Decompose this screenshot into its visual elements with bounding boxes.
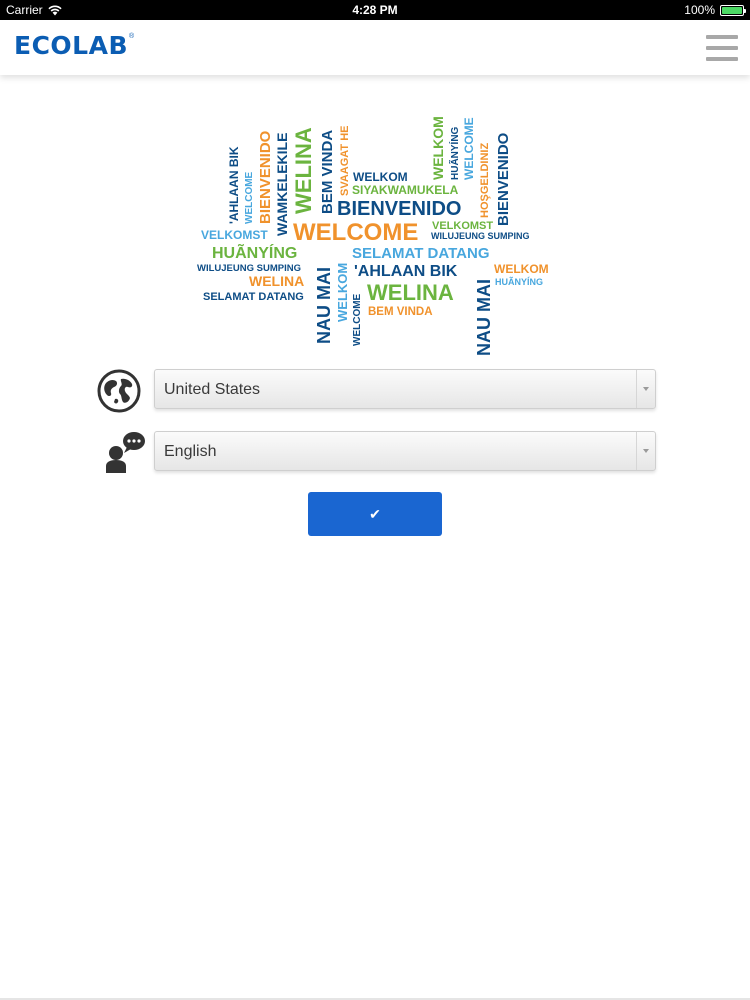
confirm-button[interactable]: ✔ — [308, 492, 442, 536]
country-select[interactable]: United States — [154, 369, 656, 409]
language-select-value: English — [164, 443, 217, 460]
cloud-word: HUÃNYÍNG — [495, 277, 543, 287]
cloud-word: HUÃNYÍNG — [212, 242, 297, 262]
battery-icon — [720, 4, 746, 16]
status-time: 4:28 PM — [352, 3, 398, 17]
welcome-word-cloud: 'AHLAAN BIK WELCOME BIENVENIDO WAMKELEKI… — [190, 100, 560, 360]
cloud-word: HOŞGELDINIZ — [479, 143, 491, 218]
cloud-word: WAMKELEKILE — [274, 133, 290, 236]
cloud-word: NAU MAI — [314, 267, 334, 344]
cloud-word: NAU MAI — [474, 279, 494, 356]
globe-icon — [97, 369, 143, 415]
cloud-word: SELAMAT DATANG — [352, 245, 489, 262]
cloud-word: WELCOME — [293, 219, 418, 246]
language-select[interactable]: English — [154, 431, 656, 471]
cloud-word: BIENVENIDO — [257, 130, 274, 224]
status-right: 100% — [684, 3, 746, 17]
cloud-word: BIENVENIDO — [495, 132, 512, 226]
cloud-word: SVAAGAT HE — [339, 126, 351, 197]
cloud-word: WELKOM — [353, 170, 408, 184]
ecolab-logo: ECOLAB ® — [14, 30, 134, 60]
hamburger-icon — [706, 35, 738, 39]
cloud-word: BEM VINDA — [368, 306, 433, 318]
logo-text: ECOLAB — [14, 30, 129, 60]
speech-bubble-person-icon — [97, 431, 145, 477]
cloud-word: WELKOM — [430, 116, 446, 180]
cloud-word: WELINA — [367, 280, 454, 305]
cloud-word: SELAMAT DATANG — [203, 291, 304, 303]
logo-registered-mark: ® — [129, 32, 135, 40]
cloud-word: HUÃNYÍNG — [448, 126, 461, 180]
page: Carrier 4:28 PM 100% ECOLAB ® 'AHLAAN BI… — [0, 0, 750, 1000]
cloud-word: 'AHLAAN BIK — [227, 146, 241, 224]
cloud-word: WELINA — [249, 273, 304, 289]
country-select-value: United States — [164, 381, 261, 398]
cloud-word: WILUJEUNG SUMPING — [431, 231, 530, 241]
app-header: ECOLAB ® — [0, 20, 750, 75]
language-row: English — [97, 431, 657, 473]
cloud-word: BEM VINDA — [319, 130, 336, 214]
checkmark-icon: ✔ — [369, 505, 381, 522]
cloud-word: BIENVENIDO — [337, 198, 461, 220]
cloud-word: VELKOMST — [201, 228, 268, 242]
cloud-word: WELINA — [291, 127, 316, 214]
chevron-down-icon — [636, 370, 655, 408]
country-row: United States — [97, 369, 657, 413]
cloud-word: WELCOME — [244, 171, 255, 224]
status-bar: Carrier 4:28 PM 100% — [0, 0, 750, 20]
word-cloud-graphic: 'AHLAAN BIK WELCOME BIENVENIDO WAMKELEKI… — [197, 116, 549, 356]
cloud-word: 'AHLAAN BIK — [354, 263, 458, 280]
cloud-word: WELCOME — [352, 293, 363, 346]
cloud-word: WELKOM — [335, 263, 350, 322]
battery-percent: 100% — [684, 3, 715, 17]
menu-button[interactable] — [706, 35, 738, 61]
cloud-word: SIYAKWAMUKELA — [352, 183, 459, 197]
chevron-down-icon — [636, 432, 655, 470]
cloud-word: WELKOM — [494, 262, 549, 276]
cloud-word: WELCOME — [462, 117, 476, 180]
